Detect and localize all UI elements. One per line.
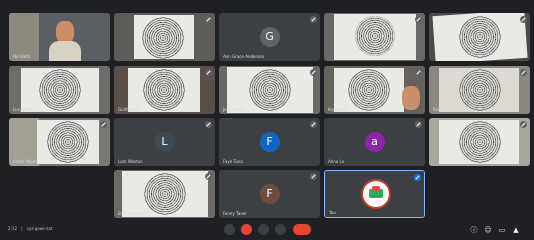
participant-avatar: a bbox=[364, 132, 385, 152]
participant-avatar: L bbox=[154, 132, 175, 152]
mandala-drawing bbox=[249, 69, 291, 111]
participant-name: Ann Grace Anderson bbox=[223, 54, 265, 59]
participant-name: Emma Bernisso bbox=[118, 211, 150, 216]
participant-name: Joey Wang bbox=[223, 107, 244, 112]
participant-name: Fanny Taner bbox=[223, 211, 247, 216]
pin-icon[interactable] bbox=[414, 174, 421, 181]
mic-off-icon bbox=[310, 173, 317, 180]
meeting-time: 2:12 bbox=[8, 226, 17, 231]
mandala-drawing bbox=[143, 69, 185, 111]
participant-name: Rom Bell bbox=[433, 107, 451, 112]
participant-tile[interactable]: L Lam Weston bbox=[114, 118, 215, 166]
mandala-drawing bbox=[355, 16, 395, 56]
meeting-info: 2:12 | syz-gxwn-txt bbox=[8, 226, 53, 231]
bottom-toolbar: 2:12 | syz-gxwn-txt ⓘ ☺ ▭ ▲ bbox=[0, 220, 534, 240]
participant-face bbox=[56, 21, 74, 43]
participant-tile[interactable] bbox=[429, 118, 530, 166]
mandala-drawing bbox=[459, 16, 501, 58]
mic-off-icon bbox=[310, 121, 317, 128]
participant-tile[interactable]: F Faye Tuna bbox=[219, 118, 320, 166]
participant-tile[interactable] bbox=[429, 13, 530, 61]
mandala-drawing bbox=[47, 121, 89, 163]
participant-tile[interactable]: G Ann Grace Anderson bbox=[219, 13, 320, 61]
mic-off-icon bbox=[310, 69, 317, 76]
participant-tile[interactable]: Joey Wang bbox=[219, 66, 320, 114]
participant-tile[interactable]: Kiddo Paper bbox=[9, 118, 110, 166]
mic-off-icon bbox=[415, 69, 422, 76]
participant-tile[interactable]: F Fanny Taner bbox=[219, 170, 320, 218]
participant-tile[interactable]: Lucy Mun bbox=[9, 66, 110, 114]
leave-call-button[interactable] bbox=[293, 224, 311, 235]
mic-off-icon bbox=[205, 69, 212, 76]
meeting-code: syz-gxwn-txt bbox=[26, 226, 53, 231]
mic-off-icon bbox=[310, 16, 317, 23]
participant-name: Kaye Bell bbox=[328, 107, 347, 112]
raise-hand-button[interactable] bbox=[275, 224, 286, 235]
participant-tile[interactable]: Kaye Bell bbox=[324, 66, 425, 114]
mic-off-icon bbox=[520, 69, 527, 76]
participant-avatar: F bbox=[259, 132, 280, 152]
participant-name: Lam Weston bbox=[118, 159, 143, 164]
mic-off-icon bbox=[520, 121, 527, 128]
activities-icon[interactable]: ▲ bbox=[512, 226, 520, 234]
mandala-drawing bbox=[459, 69, 501, 111]
participant-name: Anna Lo bbox=[328, 159, 345, 164]
mic-off-icon bbox=[520, 16, 527, 23]
participant-tile[interactable] bbox=[114, 13, 215, 61]
mandala-drawing bbox=[348, 69, 390, 111]
camera-button[interactable] bbox=[241, 224, 252, 235]
mic-off-icon bbox=[415, 16, 422, 23]
participant-name: Na Halta bbox=[13, 54, 31, 59]
participant-tile[interactable]: Rom Bell bbox=[429, 66, 530, 114]
captions-button[interactable] bbox=[258, 224, 269, 235]
info-icon[interactable]: ⓘ bbox=[470, 226, 478, 234]
mic-off-icon bbox=[100, 121, 107, 128]
people-icon[interactable]: ☺ bbox=[484, 226, 492, 234]
participant-name: Guilty Klein bbox=[118, 107, 141, 112]
participant-tile[interactable] bbox=[324, 13, 425, 61]
self-view-tile[interactable]: You bbox=[324, 170, 425, 218]
participant-name: Lucy Mun bbox=[13, 107, 33, 112]
mic-off-icon bbox=[415, 121, 422, 128]
participant-tile[interactable]: a Anna Lo bbox=[324, 118, 425, 166]
participant-avatar: G bbox=[259, 27, 280, 47]
mandala-drawing bbox=[142, 17, 184, 59]
participant-name: Faye Tuna bbox=[223, 159, 243, 164]
participant-name: Kiddo Paper bbox=[13, 159, 37, 164]
participant-tile[interactable]: Guilty Klein bbox=[114, 66, 215, 114]
mandala-drawing bbox=[39, 69, 81, 111]
meeting-stage: Na Halta G Ann Grace Anderson Lucy Mun G… bbox=[0, 0, 534, 240]
chat-icon[interactable]: ▭ bbox=[498, 226, 506, 234]
mic-off-icon bbox=[205, 173, 212, 180]
participant-name: You bbox=[329, 210, 336, 215]
participant-avatar: F bbox=[259, 184, 280, 204]
mic-off-icon bbox=[205, 16, 212, 23]
mandala-drawing bbox=[459, 121, 501, 163]
profile-logo-icon bbox=[361, 179, 391, 209]
participant-tile[interactable]: Na Halta bbox=[9, 13, 110, 61]
mic-button[interactable] bbox=[224, 224, 235, 235]
mic-off-icon bbox=[205, 121, 212, 128]
participant-tile[interactable]: Emma Bernisso bbox=[114, 170, 215, 218]
mandala-drawing bbox=[144, 173, 186, 215]
